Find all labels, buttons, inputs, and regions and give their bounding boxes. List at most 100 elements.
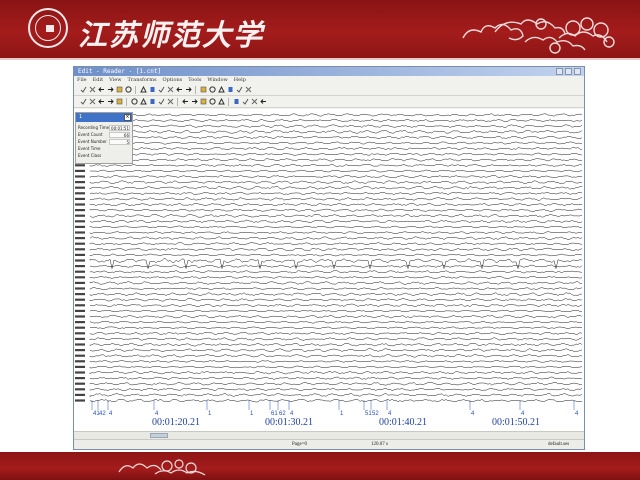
triangle-icon[interactable] <box>244 86 252 94</box>
settings-icon[interactable] <box>259 98 267 106</box>
spread-icon[interactable] <box>148 98 156 106</box>
eeg-channel-trace <box>89 342 583 347</box>
time-label-3: 00:01:40.21 <box>379 417 428 428</box>
eeg-channel-trace <box>89 141 583 145</box>
event-field-value[interactable]: 66 <box>109 132 130 138</box>
box-icon[interactable] <box>217 86 225 94</box>
eeg-channel-trace <box>89 298 583 302</box>
toolbar-separator <box>126 97 127 106</box>
channel-label-mark <box>75 281 85 284</box>
event-marker-label[interactable]: 1 <box>340 411 344 417</box>
menu-file[interactable]: File <box>77 76 87 84</box>
fast-forward-icon[interactable] <box>166 86 174 94</box>
checkmark-icon[interactable] <box>175 86 183 94</box>
channel-label-mark <box>75 259 85 262</box>
menu-window[interactable]: Window <box>207 76 227 84</box>
arrow-left-icon[interactable] <box>97 86 105 94</box>
note-icon[interactable] <box>250 98 258 106</box>
eeg-channel-trace <box>89 314 583 319</box>
event-row-recording-time: Recording Time 00:01:51 <box>76 125 132 131</box>
montage-icon[interactable] <box>217 98 225 106</box>
channel-label-mark <box>75 388 85 391</box>
channel-label-mark <box>75 377 85 380</box>
menu-help[interactable]: Help <box>234 76 246 84</box>
channel-label-mark <box>75 203 85 206</box>
cross-icon[interactable] <box>184 86 192 94</box>
compress-icon[interactable] <box>157 98 165 106</box>
save-icon[interactable] <box>88 98 96 106</box>
menu-tools[interactable]: Tools <box>188 76 201 84</box>
zoom-out-icon[interactable] <box>199 98 207 106</box>
clock-icon[interactable] <box>208 86 216 94</box>
channel-label-mark <box>75 321 85 324</box>
eeg-channel-trace <box>89 354 583 358</box>
eeg-channel-trace <box>89 320 582 324</box>
menu-view[interactable]: View <box>109 76 121 84</box>
channel-label-mark <box>75 197 85 200</box>
scrollbar-thumb[interactable] <box>150 433 168 438</box>
toolbar-separator <box>228 97 229 106</box>
menu-edit[interactable]: Edit <box>93 76 103 84</box>
text-a-icon[interactable] <box>235 86 243 94</box>
university-seal-icon <box>28 8 68 48</box>
close-icon[interactable]: × <box>124 114 131 121</box>
event-marker-label[interactable]: 1 <box>250 411 254 417</box>
menu-options[interactable]: Options <box>163 76 183 84</box>
event-panel-header: 1 × <box>76 113 132 122</box>
eeg-channel-trace <box>89 337 583 341</box>
channel-label-mark <box>75 265 85 268</box>
print-icon[interactable] <box>97 98 105 106</box>
step-back-icon[interactable] <box>148 86 156 94</box>
arrow-up-icon[interactable] <box>115 98 123 106</box>
channel-label-mark <box>75 298 85 301</box>
step-forward-icon[interactable] <box>157 86 165 94</box>
rewind-icon[interactable] <box>139 86 147 94</box>
minimize-button[interactable] <box>556 68 563 75</box>
toolbar-separator <box>195 85 196 94</box>
eeg-channel-trace <box>89 152 583 156</box>
arrow-right-icon[interactable] <box>106 86 114 94</box>
arrow-down-icon[interactable] <box>130 98 138 106</box>
eeg-channel-trace <box>89 208 583 212</box>
filter-icon[interactable] <box>181 98 189 106</box>
checkmark-icon[interactable] <box>88 86 96 94</box>
channel-label-mark <box>75 192 85 195</box>
refresh-icon[interactable] <box>199 86 207 94</box>
title-bar[interactable]: Edit - Reader - [1.cnt] <box>74 67 584 76</box>
time-label-4: 00:01:50.21 <box>492 417 541 428</box>
eeg-channel-trace <box>89 124 583 128</box>
status-setting: default.ses <box>548 442 570 447</box>
cross-icon[interactable] <box>115 86 123 94</box>
event-row-number: Event Number 5 <box>76 139 132 145</box>
channel-label-mark <box>75 332 85 335</box>
amplitude-icon[interactable] <box>226 86 234 94</box>
event-marker-label[interactable]: 4 <box>109 411 113 417</box>
event-marker-label[interactable]: 4 <box>575 411 579 417</box>
channel-label-mark <box>75 309 85 312</box>
zoom-in-icon[interactable] <box>190 98 198 106</box>
event-marker-label[interactable]: 4 <box>471 411 475 417</box>
color-icon[interactable] <box>241 98 249 106</box>
eeg-channel-trace <box>89 231 583 234</box>
channel-label-mark <box>75 164 85 167</box>
close-button[interactable] <box>574 68 581 75</box>
event-marker-label[interactable]: 42 <box>99 411 106 417</box>
event-field-value[interactable]: 00:01:51 <box>109 125 130 131</box>
event-marker-label[interactable]: 1 <box>208 411 212 417</box>
maximize-button[interactable] <box>565 68 572 75</box>
baseline-icon[interactable] <box>166 98 174 106</box>
eeg-channel-trace <box>89 258 583 270</box>
vertical-scale-icon[interactable] <box>139 98 147 106</box>
event-info-panel: 1 × Recording Time 00:01:51 Event Count … <box>75 112 133 164</box>
eeg-channel-trace <box>89 214 583 218</box>
menu-transforms[interactable]: Transforms <box>127 76 156 84</box>
grid-icon[interactable] <box>232 98 240 106</box>
horizontal-scrollbar[interactable] <box>74 431 584 439</box>
copy-icon[interactable] <box>106 98 114 106</box>
eeg-trace-area[interactable]: 41 42 4 4 1 1 61 62 4 1 51 52 4 4 4 4 00:01:20.21 00:01… <box>74 109 584 431</box>
checkmark-icon[interactable] <box>79 86 87 94</box>
marker-icon[interactable] <box>208 98 216 106</box>
open-icon[interactable] <box>79 98 87 106</box>
event-field-value[interactable]: 5 <box>109 139 130 145</box>
checkmark-icon[interactable] <box>124 86 132 94</box>
